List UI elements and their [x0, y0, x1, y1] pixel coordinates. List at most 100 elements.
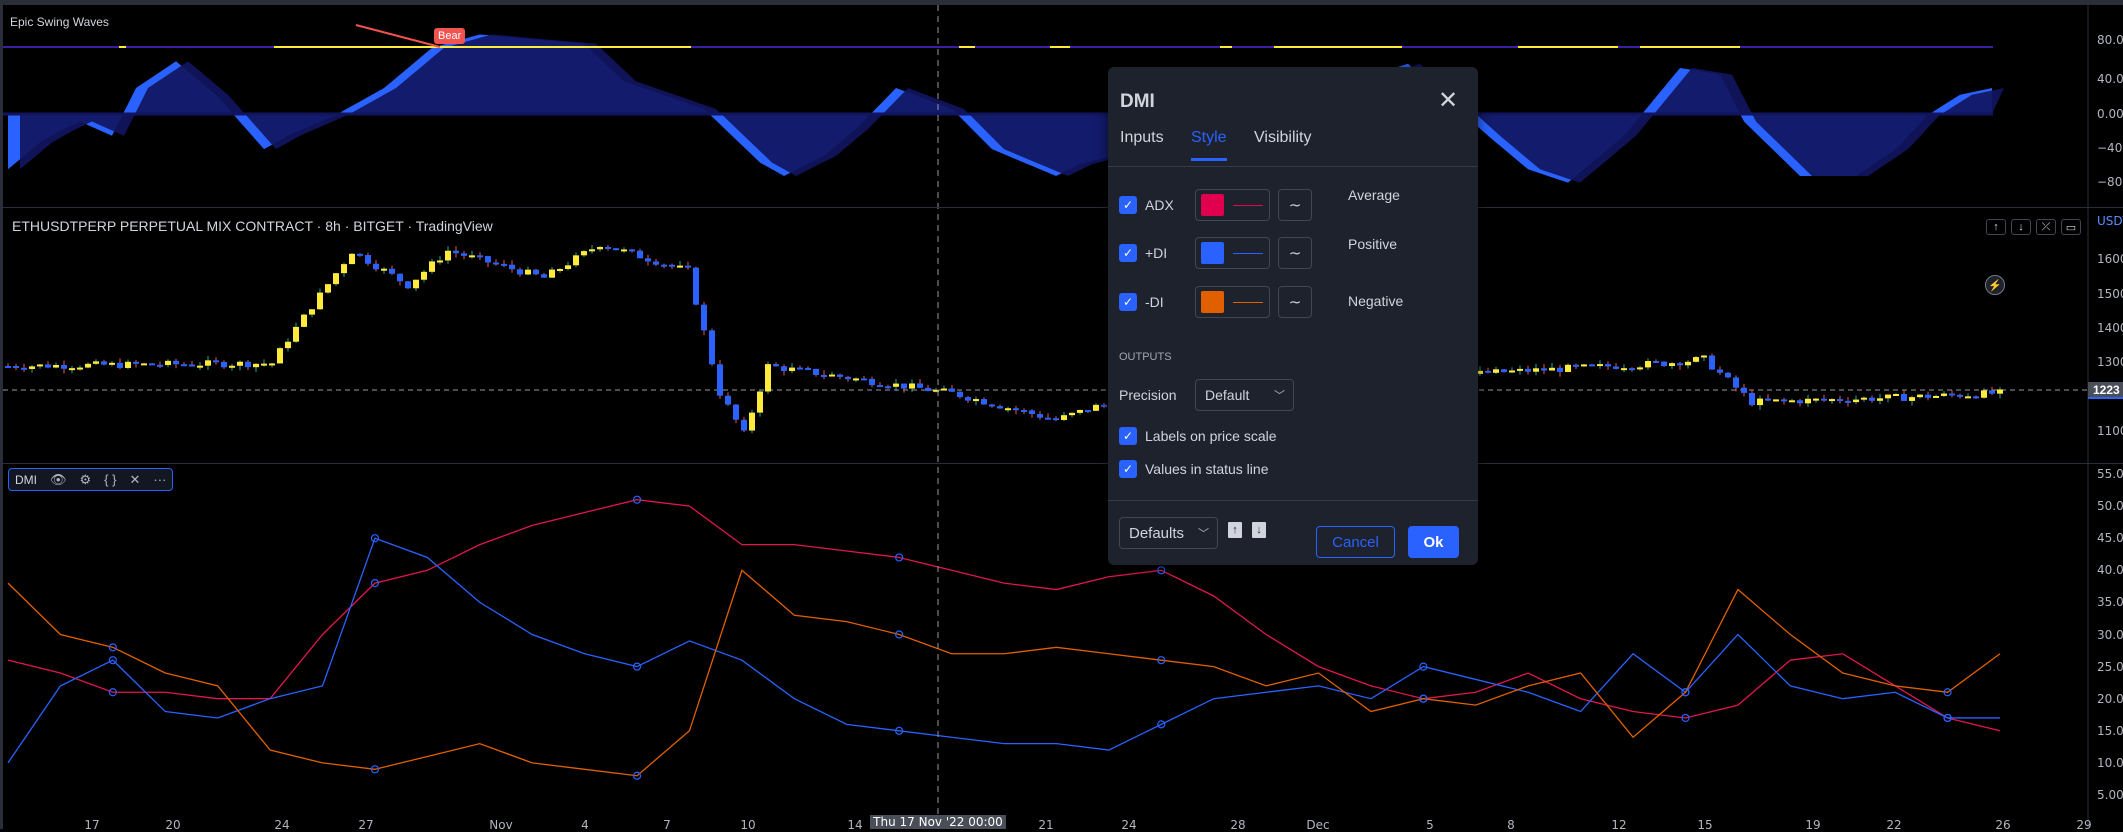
price-axis-label: 1600 [2097, 252, 2123, 266]
pane-separator[interactable] [3, 207, 2123, 208]
close-icon[interactable]: ✕ [129, 472, 140, 488]
candle-body [413, 279, 419, 289]
tab-style[interactable]: Style [1191, 129, 1227, 161]
candle-body [541, 274, 547, 278]
color-swatch [1201, 194, 1224, 216]
ok-button[interactable]: Ok [1408, 526, 1459, 558]
candle-body [821, 374, 827, 377]
candle-body [157, 364, 163, 367]
candle-body [829, 374, 835, 377]
chevron-down-icon: ﹀ [1198, 528, 1209, 540]
candle-body [605, 246, 611, 249]
candle-body [1773, 399, 1779, 402]
candle-body [1685, 361, 1691, 366]
lightning-icon[interactable]: ⚡ [1985, 275, 2005, 295]
candle-body [1973, 396, 1979, 399]
price-axis-label: 1500 [2097, 287, 2123, 301]
candle-body [981, 399, 987, 405]
oscillator-title: Epic Swing Waves [10, 15, 109, 29]
values-in-status-line-checkbox[interactable]: ✓ [1119, 460, 1137, 478]
candle-body [1581, 364, 1587, 367]
plot-visible-checkbox[interactable]: ✓ [1119, 244, 1137, 262]
last-price-tag: 1223 [2088, 382, 2123, 399]
gear-icon[interactable]: ⚙ [80, 472, 92, 488]
candle-body [389, 268, 395, 274]
source-code-icon[interactable]: { } [104, 472, 116, 487]
tab-visibility[interactable]: Visibility [1254, 129, 1312, 161]
cancel-button[interactable]: Cancel [1316, 526, 1395, 558]
defaults-dropdown[interactable]: Defaults ﹀ [1119, 517, 1218, 549]
collapse-pane-button[interactable]: ⤫ [2036, 219, 2056, 235]
chevron-down-icon: ﹀ [1274, 390, 1285, 402]
candle-body [1765, 398, 1771, 401]
labels-on-price-scale-checkbox[interactable]: ✓ [1119, 427, 1137, 445]
plot-type-button[interactable]: ∼ [1278, 189, 1312, 221]
plot-visible-checkbox[interactable]: ✓ [1119, 196, 1137, 214]
candle-body [141, 363, 147, 366]
candle-body [1525, 368, 1531, 372]
candle-body [165, 360, 171, 366]
osc-axis-label: −40.00 [2097, 141, 2123, 155]
precision-value: Default [1205, 387, 1250, 403]
plot-type-button[interactable]: ∼ [1278, 286, 1312, 318]
candle-body [421, 271, 427, 280]
pane-separator[interactable] [3, 463, 2123, 464]
upload-template-icon[interactable]: ↑ [1228, 522, 1242, 538]
time-axis-label: 21 [1038, 818, 1054, 832]
candle-body [645, 258, 651, 262]
candle-body [1925, 394, 1931, 398]
candle-body [1565, 364, 1571, 372]
plot-type-button[interactable]: ∼ [1278, 237, 1312, 269]
dmi-axis-label: 45.00 [2097, 531, 2123, 546]
currency-label[interactable]: USDT [2097, 214, 2123, 228]
precision-select[interactable]: Default ﹀ [1195, 379, 1294, 411]
dmi-legend-name[interactable]: DMI [15, 473, 37, 487]
more-icon[interactable]: ··· [153, 472, 166, 487]
time-axis-label: 15 [1697, 818, 1713, 832]
candle-body [117, 362, 123, 368]
candle-body [653, 261, 659, 265]
maximize-pane-button[interactable]: ▭ [2061, 219, 2081, 235]
candle-body [1901, 394, 1907, 401]
time-axis-label: 4 [581, 818, 589, 832]
time-axis-label: 17 [84, 818, 100, 832]
candle-body [1101, 404, 1107, 407]
move-pane-down-button[interactable]: ↓ [2011, 219, 2031, 235]
candle-body [517, 269, 523, 275]
candle-body [1933, 395, 1939, 398]
candle-body [725, 395, 731, 405]
move-pane-up-button[interactable]: ↑ [1986, 219, 2006, 235]
candle-body [1069, 412, 1075, 416]
close-dialog-button[interactable]: ✕ [1438, 89, 1458, 113]
dmi-legend[interactable]: DMI 👁 ⚙ { } ✕ ··· [8, 468, 174, 491]
plot-name: -DI [1145, 294, 1164, 310]
candle-body [277, 348, 283, 364]
download-template-icon[interactable]: ↓ [1252, 522, 1266, 538]
chart-canvas[interactable] [0, 0, 2123, 829]
minus-di-line [7, 569, 2001, 777]
dmi-axis-label: 25.00 [2097, 659, 2123, 674]
candle-body [1893, 394, 1899, 397]
eye-icon[interactable]: 👁 [50, 472, 67, 488]
candle-body [613, 248, 619, 251]
plot-visible-checkbox[interactable]: ✓ [1119, 293, 1137, 311]
candle-body [565, 265, 571, 269]
candle-body [1877, 398, 1883, 401]
candle-body [1005, 408, 1011, 411]
tab-inputs[interactable]: Inputs [1120, 129, 1164, 161]
candle-body [1661, 361, 1667, 367]
candle-body [1485, 370, 1491, 373]
candle-body [197, 365, 203, 368]
candle-body [5, 365, 11, 368]
dmi-axis-label: 15.00 [2097, 723, 2123, 738]
candle-body [1045, 417, 1051, 420]
line-preview [1233, 253, 1263, 254]
candle-body [861, 378, 867, 381]
time-axis-label: 14 [847, 818, 863, 832]
plot-color-picker[interactable] [1195, 237, 1270, 269]
plot-color-picker[interactable] [1195, 286, 1270, 318]
candle-body [189, 364, 195, 367]
candle-body [845, 376, 851, 380]
osc-axis-label: 80.00 [2097, 33, 2123, 47]
plot-color-picker[interactable] [1195, 189, 1270, 221]
